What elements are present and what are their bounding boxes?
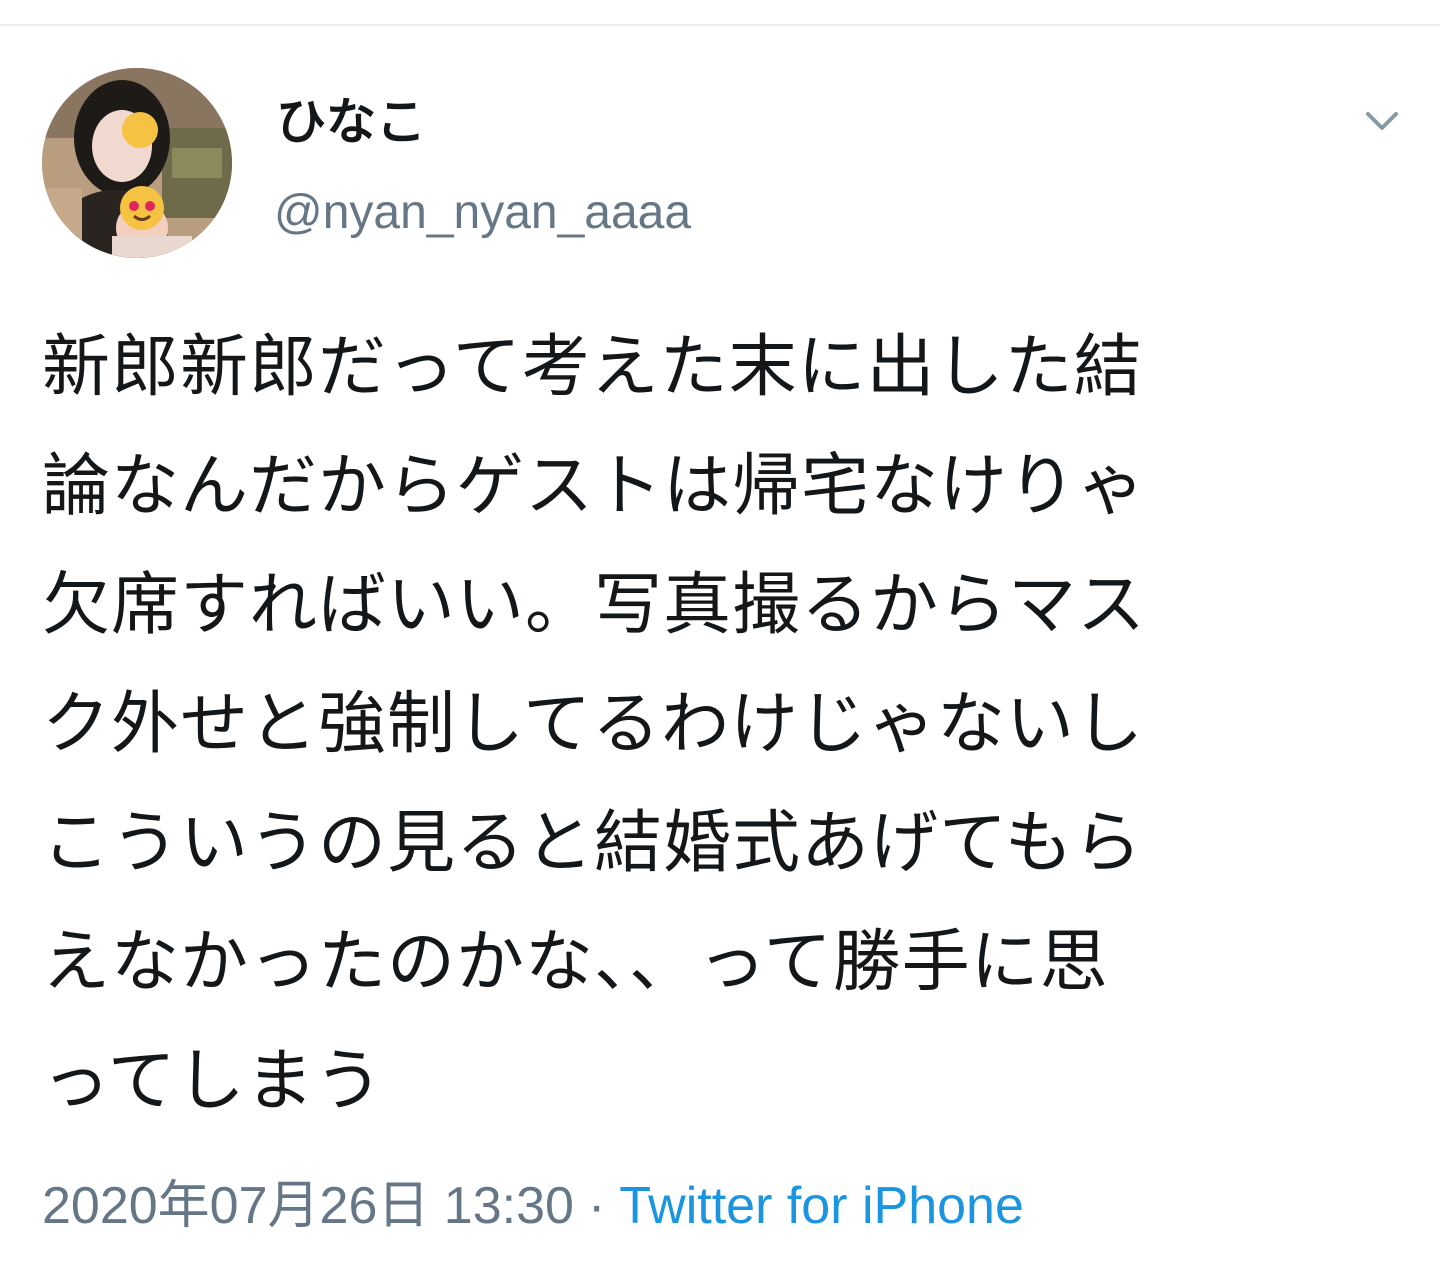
tweet[interactable]: ひなこ @nyan_nyan_aaaa 新郎新郎だって考えた末に出した結 論なん… [0, 26, 1440, 1282]
tweet-text-line: こういうの見ると結婚式あげてもら [42, 804, 1143, 883]
tweet-menu-button[interactable] [1350, 98, 1414, 146]
display-name[interactable]: ひなこ [276, 92, 426, 152]
tweet-source-link[interactable]: Twitter for iPhone [619, 1177, 1024, 1235]
tweet-text-line: ってしまう [42, 1042, 384, 1121]
tweet-timestamp[interactable]: 2020年07月26日 13:30 [42, 1177, 574, 1235]
meta-separator: · [587, 1177, 606, 1235]
user-handle[interactable]: @nyan_nyan_aaaa [274, 184, 691, 242]
tweet-text-line: 欠席すればいい。写真撮るからマス [42, 566, 1147, 645]
tweet-text-line: 新郎新郎だって考えた末に出した結 [42, 328, 1143, 407]
chevron-down-icon [1366, 112, 1398, 130]
tweet-text-line: 論なんだからゲストは帰宅なけりゃ [42, 447, 1147, 526]
tweet-meta: 2020年07月26日 13:30 · Twitter for iPhone [42, 1174, 1024, 1238]
avatar[interactable] [42, 68, 232, 258]
tweet-text-line: えなかったのかな、、って勝手に思 [42, 923, 1109, 1002]
tweet-text: 新郎新郎だって考えた末に出した結 論なんだからゲストは帰宅なけりゃ 欠席すればい… [42, 308, 1352, 1141]
avatar-photo [42, 68, 232, 258]
tweet-text-line: ク外せと強制してるわけじゃないし [42, 685, 1144, 764]
